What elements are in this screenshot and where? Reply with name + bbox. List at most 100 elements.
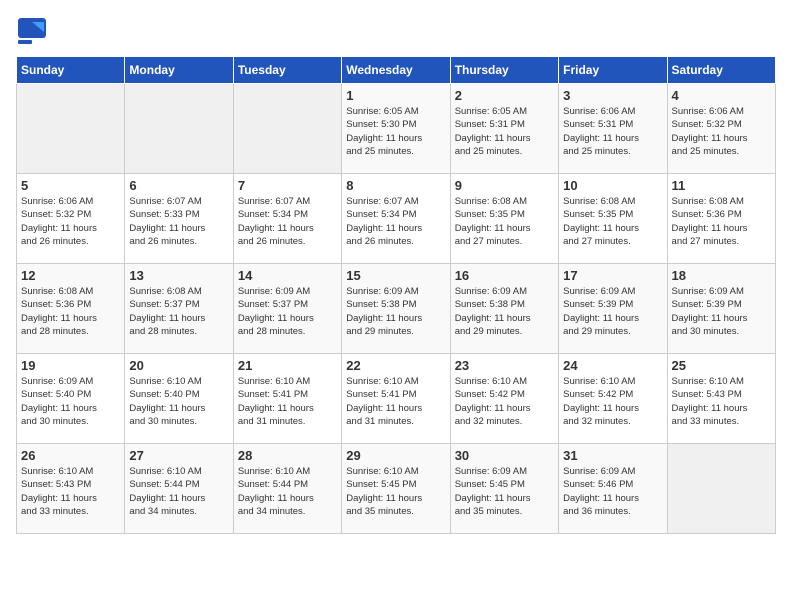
day-info: Sunrise: 6:09 AM Sunset: 5:39 PM Dayligh… — [672, 285, 771, 338]
calendar-cell: 15Sunrise: 6:09 AM Sunset: 5:38 PM Dayli… — [342, 264, 450, 354]
calendar-cell: 26 Sunrise: 6:10 AM Sunset: 5:43 PM Dayli… — [17, 444, 125, 534]
calendar-cell: 7 Sunrise: 6:07 AM Sunset: 5:34 PM Daylig… — [233, 174, 341, 264]
calendar-cell: 22 Sunrise: 6:10 AM Sunset: 5:41 PM Dayli… — [342, 354, 450, 444]
weekday-header-tuesday: Tuesday — [233, 57, 341, 84]
weekday-header-wednesday: Wednesday — [342, 57, 450, 84]
day-number: 21 — [238, 358, 337, 373]
day-info: Sunrise: 6:09 AM Sunset: 5:40 PM Dayligh… — [21, 375, 120, 428]
calendar-cell: 30 Sunrise: 6:09 AM Sunset: 5:45 PM Dayli… — [450, 444, 558, 534]
day-number: 29 — [346, 448, 445, 463]
day-info: Sunrise: 6:10 AM Sunset: 5:41 PM Dayligh… — [238, 375, 337, 428]
day-info: Sunrise: 6:07 AM Sunset: 5:34 PM Dayligh… — [238, 195, 337, 248]
calendar-cell: 21 Sunrise: 6:10 AM Sunset: 5:41 PM Dayli… — [233, 354, 341, 444]
calendar-cell: 6Sunrise: 6:07 AM Sunset: 5:33 PM Daylig… — [125, 174, 233, 264]
calendar-cell — [125, 84, 233, 174]
calendar-cell: 9 Sunrise: 6:08 AM Sunset: 5:35 PM Daylig… — [450, 174, 558, 264]
day-number: 12 — [21, 268, 120, 283]
week-row-1: 1 Sunrise: 6:05 AM Sunset: 5:30 PM Daylig… — [17, 84, 776, 174]
day-number: 30 — [455, 448, 554, 463]
day-info: Sunrise: 6:10 AM Sunset: 5:42 PM Dayligh… — [563, 375, 662, 428]
week-row-2: 5 Sunrise: 6:06 AM Sunset: 5:32 PM Daylig… — [17, 174, 776, 264]
calendar-cell: 11 Sunrise: 6:08 AM Sunset: 5:36 PM Dayli… — [667, 174, 775, 264]
day-number: 2 — [455, 88, 554, 103]
calendar-cell: 27Sunrise: 6:10 AM Sunset: 5:44 PM Dayli… — [125, 444, 233, 534]
calendar-cell: 24 Sunrise: 6:10 AM Sunset: 5:42 PM Dayli… — [559, 354, 667, 444]
day-number: 20 — [129, 358, 228, 373]
week-row-3: 12 Sunrise: 6:08 AM Sunset: 5:36 PM Dayli… — [17, 264, 776, 354]
day-info: Sunrise: 6:09 AM Sunset: 5:46 PM Dayligh… — [563, 465, 662, 518]
week-row-5: 26 Sunrise: 6:10 AM Sunset: 5:43 PM Dayli… — [17, 444, 776, 534]
day-number: 27 — [129, 448, 228, 463]
calendar-cell: 12 Sunrise: 6:08 AM Sunset: 5:36 PM Dayli… — [17, 264, 125, 354]
day-info: Sunrise: 6:06 AM Sunset: 5:32 PM Dayligh… — [672, 105, 771, 158]
day-info: Sunrise: 6:08 AM Sunset: 5:35 PM Dayligh… — [455, 195, 554, 248]
day-info: Sunrise: 6:07 AM Sunset: 5:34 PM Dayligh… — [346, 195, 445, 248]
calendar-cell: 13 Sunrise: 6:08 AM Sunset: 5:37 PM Dayli… — [125, 264, 233, 354]
day-number: 9 — [455, 178, 554, 193]
calendar-cell: 8 Sunrise: 6:07 AM Sunset: 5:34 PM Daylig… — [342, 174, 450, 264]
calendar-cell: 17 Sunrise: 6:09 AM Sunset: 5:39 PM Dayli… — [559, 264, 667, 354]
weekday-header-thursday: Thursday — [450, 57, 558, 84]
day-info: Sunrise: 6:10 AM Sunset: 5:43 PM Dayligh… — [21, 465, 120, 518]
day-info: Sunrise: 6:10 AM Sunset: 5:41 PM Dayligh… — [346, 375, 445, 428]
day-info: Sunrise: 6:08 AM Sunset: 5:37 PM Dayligh… — [129, 285, 228, 338]
calendar-table: SundayMondayTuesdayWednesdayThursdayFrid… — [16, 56, 776, 534]
day-number: 7 — [238, 178, 337, 193]
day-number: 28 — [238, 448, 337, 463]
day-info: Sunrise: 6:05 AM Sunset: 5:31 PM Dayligh… — [455, 105, 554, 158]
day-number: 31 — [563, 448, 662, 463]
day-info: Sunrise: 6:09 AM Sunset: 5:45 PM Dayligh… — [455, 465, 554, 518]
calendar-cell: 31 Sunrise: 6:09 AM Sunset: 5:46 PM Dayli… — [559, 444, 667, 534]
week-row-4: 19 Sunrise: 6:09 AM Sunset: 5:40 PM Dayli… — [17, 354, 776, 444]
calendar-cell: 16Sunrise: 6:09 AM Sunset: 5:38 PM Dayli… — [450, 264, 558, 354]
day-info: Sunrise: 6:08 AM Sunset: 5:35 PM Dayligh… — [563, 195, 662, 248]
day-number: 26 — [21, 448, 120, 463]
calendar-cell: 23 Sunrise: 6:10 AM Sunset: 5:42 PM Dayli… — [450, 354, 558, 444]
weekday-header-monday: Monday — [125, 57, 233, 84]
day-number: 8 — [346, 178, 445, 193]
day-info: Sunrise: 6:06 AM Sunset: 5:31 PM Dayligh… — [563, 105, 662, 158]
day-info: Sunrise: 6:08 AM Sunset: 5:36 PM Dayligh… — [672, 195, 771, 248]
calendar-cell: 1 Sunrise: 6:05 AM Sunset: 5:30 PM Daylig… — [342, 84, 450, 174]
calendar-cell: 18 Sunrise: 6:09 AM Sunset: 5:39 PM Dayli… — [667, 264, 775, 354]
day-number: 19 — [21, 358, 120, 373]
calendar-cell: 19 Sunrise: 6:09 AM Sunset: 5:40 PM Dayli… — [17, 354, 125, 444]
day-info: Sunrise: 6:10 AM Sunset: 5:42 PM Dayligh… — [455, 375, 554, 428]
day-info: Sunrise: 6:10 AM Sunset: 5:43 PM Dayligh… — [672, 375, 771, 428]
day-number: 15 — [346, 268, 445, 283]
day-number: 10 — [563, 178, 662, 193]
day-number: 11 — [672, 178, 771, 193]
weekday-header-sunday: Sunday — [17, 57, 125, 84]
day-number: 18 — [672, 268, 771, 283]
day-info: Sunrise: 6:05 AM Sunset: 5:30 PM Dayligh… — [346, 105, 445, 158]
calendar-cell — [233, 84, 341, 174]
day-number: 6 — [129, 178, 228, 193]
calendar-cell: 28 Sunrise: 6:10 AM Sunset: 5:44 PM Dayli… — [233, 444, 341, 534]
day-info: Sunrise: 6:10 AM Sunset: 5:40 PM Dayligh… — [129, 375, 228, 428]
day-number: 17 — [563, 268, 662, 283]
day-info: Sunrise: 6:10 AM Sunset: 5:45 PM Dayligh… — [346, 465, 445, 518]
calendar-cell — [17, 84, 125, 174]
logo — [16, 16, 52, 48]
page-header — [16, 16, 776, 48]
day-number: 1 — [346, 88, 445, 103]
calendar-cell: 20 Sunrise: 6:10 AM Sunset: 5:40 PM Dayli… — [125, 354, 233, 444]
day-number: 23 — [455, 358, 554, 373]
calendar-cell: 10 Sunrise: 6:08 AM Sunset: 5:35 PM Dayli… — [559, 174, 667, 264]
day-info: Sunrise: 6:09 AM Sunset: 5:39 PM Dayligh… — [563, 285, 662, 338]
calendar-cell: 5 Sunrise: 6:06 AM Sunset: 5:32 PM Daylig… — [17, 174, 125, 264]
day-number: 25 — [672, 358, 771, 373]
calendar-cell: 4Sunrise: 6:06 AM Sunset: 5:32 PM Daylig… — [667, 84, 775, 174]
day-info: Sunrise: 6:08 AM Sunset: 5:36 PM Dayligh… — [21, 285, 120, 338]
day-info: Sunrise: 6:10 AM Sunset: 5:44 PM Dayligh… — [238, 465, 337, 518]
day-number: 24 — [563, 358, 662, 373]
weekday-header-row: SundayMondayTuesdayWednesdayThursdayFrid… — [17, 57, 776, 84]
day-number: 14 — [238, 268, 337, 283]
calendar-cell: 3 Sunrise: 6:06 AM Sunset: 5:31 PM Daylig… — [559, 84, 667, 174]
day-info: Sunrise: 6:06 AM Sunset: 5:32 PM Dayligh… — [21, 195, 120, 248]
day-number: 5 — [21, 178, 120, 193]
day-number: 22 — [346, 358, 445, 373]
day-number: 3 — [563, 88, 662, 103]
day-number: 13 — [129, 268, 228, 283]
day-info: Sunrise: 6:09 AM Sunset: 5:38 PM Dayligh… — [455, 285, 554, 338]
